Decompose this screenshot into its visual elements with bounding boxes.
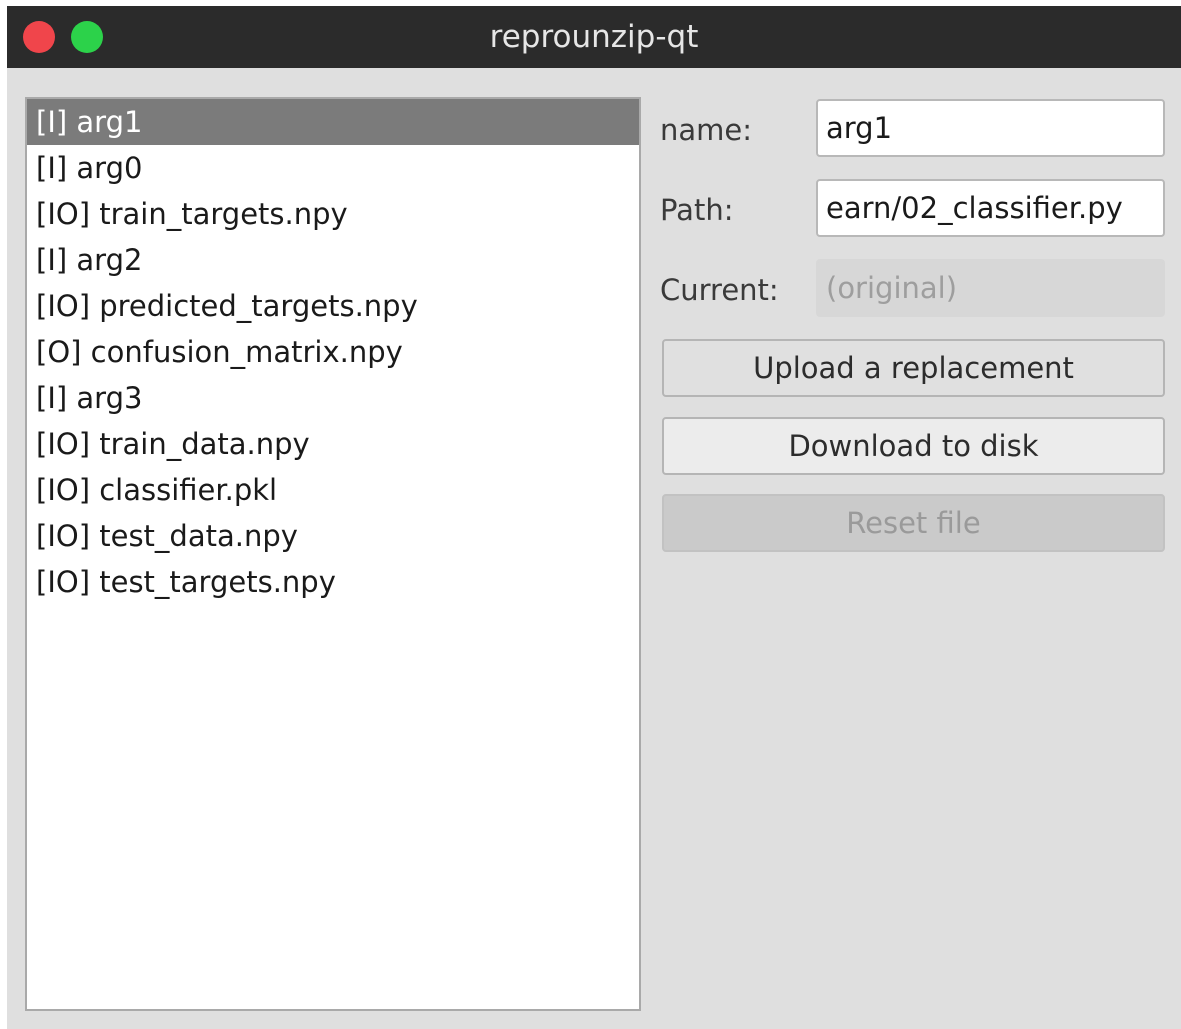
file-list-item[interactable]: [IO] predicted_targets.npy xyxy=(27,283,639,329)
path-field[interactable]: earn/02_classifier.py xyxy=(816,179,1165,237)
file-list-item[interactable]: [IO] test_targets.npy xyxy=(27,559,639,605)
file-list-item[interactable]: [O] confusion_matrix.npy xyxy=(27,329,639,375)
current-label: Current: xyxy=(660,273,779,307)
window-title: reprounzip-qt xyxy=(489,19,699,55)
title-bar: reprounzip-qt xyxy=(7,6,1181,68)
app-window: reprounzip-qt [I] arg1 [I] arg0 [IO] train… xyxy=(7,6,1181,1029)
file-list-item[interactable]: [I] arg2 xyxy=(27,237,639,283)
file-list-item[interactable]: [IO] test_data.npy xyxy=(27,513,639,559)
file-list-item[interactable]: [IO] train_targets.npy xyxy=(27,191,639,237)
name-label: name: xyxy=(660,113,753,147)
file-list[interactable]: [I] arg1 [I] arg0 [IO] train_targets.npy [I… xyxy=(25,97,641,1011)
download-to-disk-button[interactable]: Download to disk xyxy=(662,417,1165,475)
path-value: earn/02_classifier.py xyxy=(826,191,1123,225)
upload-replacement-button[interactable]: Upload a replacement xyxy=(662,339,1165,397)
name-field[interactable]: arg1 xyxy=(816,99,1165,157)
current-field: (original) xyxy=(816,259,1165,317)
file-list-item[interactable]: [I] arg0 xyxy=(27,145,639,191)
path-label: Path: xyxy=(660,193,734,227)
reset-file-button: Reset file xyxy=(662,494,1165,552)
file-list-item[interactable]: [IO] train_data.npy xyxy=(27,421,639,467)
file-list-item[interactable]: [I] arg1 xyxy=(27,99,639,145)
file-list-item[interactable]: [IO] classifier.pkl xyxy=(27,467,639,513)
file-list-item[interactable]: [I] arg3 xyxy=(27,375,639,421)
